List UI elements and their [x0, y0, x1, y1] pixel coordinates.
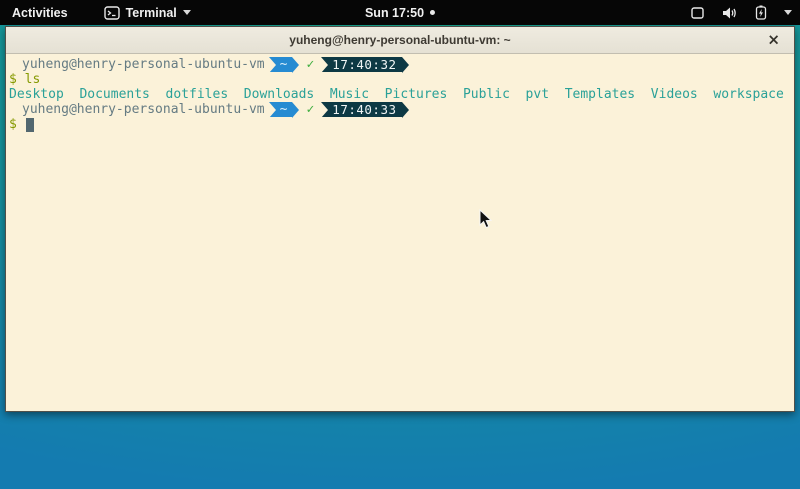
powerline-notch — [321, 57, 328, 72]
terminal-screen[interactable]: yuheng@henry-personal-ubuntu-vm ~ ✓ 17:4… — [6, 54, 794, 411]
powerline-arrow-icon — [292, 102, 299, 118]
prompt-time-segment: 17:40:33 — [321, 102, 401, 117]
prompt-line-1: yuheng@henry-personal-ubuntu-vm ~ ✓ 17:4… — [6, 57, 794, 72]
clock-button[interactable]: Sun 17:50 — [365, 0, 435, 25]
status-check-icon: ✓ — [306, 57, 314, 72]
prompt-time: 17:40:32 — [332, 57, 396, 72]
battery-charging-icon — [755, 5, 767, 20]
prompt-cwd-segment: ~ — [269, 57, 293, 72]
prompt-cwd: ~ — [280, 102, 288, 117]
powerline-arrow-icon — [292, 57, 299, 73]
powerline-arrow-icon — [402, 102, 409, 118]
command-line: $ ls — [6, 72, 794, 87]
powerline-arrow-icon — [402, 57, 409, 73]
shell-prompt-symbol: $ — [9, 117, 17, 132]
chevron-down-icon — [183, 10, 191, 15]
input-line[interactable]: $ — [6, 117, 794, 132]
prompt-user-host: yuheng@henry-personal-ubuntu-vm — [22, 102, 265, 117]
powerline-notch — [269, 102, 276, 117]
close-button[interactable]: × — [767, 33, 780, 48]
window-titlebar[interactable]: yuheng@henry-personal-ubuntu-vm: ~ × — [6, 27, 794, 54]
terminal-window: yuheng@henry-personal-ubuntu-vm: ~ × yuh… — [5, 26, 795, 412]
top-bar-left: Activities Terminal — [0, 0, 191, 25]
powerline-notch — [321, 102, 328, 117]
typed-command: ls — [25, 72, 41, 87]
directory-list: Desktop Documents dotfiles Downloads Mus… — [9, 87, 784, 102]
volume-icon — [722, 6, 738, 20]
powerline-notch — [269, 57, 276, 72]
prompt-cwd: ~ — [280, 57, 288, 72]
terminal-icon — [104, 6, 120, 20]
app-menu-label: Terminal — [126, 6, 177, 20]
prompt-line-2: yuheng@henry-personal-ubuntu-vm ~ ✓ 17:4… — [6, 102, 794, 117]
chevron-down-icon — [784, 10, 792, 15]
status-check-icon: ✓ — [306, 102, 314, 117]
activities-button[interactable]: Activities — [0, 0, 80, 25]
top-bar: Activities Terminal Sun 17:50 — [0, 0, 800, 25]
notification-dot — [430, 10, 435, 15]
clock-label: Sun 17:50 — [365, 6, 424, 20]
app-menu-terminal[interactable]: Terminal — [104, 0, 191, 25]
system-tray[interactable] — [682, 0, 800, 25]
prompt-cwd-segment: ~ — [269, 102, 293, 117]
prompt-time: 17:40:33 — [332, 102, 396, 117]
prompt-time-segment: 17:40:32 — [321, 57, 401, 72]
ls-output-line: Desktop Documents dotfiles Downloads Mus… — [6, 87, 794, 102]
terminal-block-cursor — [26, 118, 34, 132]
shell-prompt-symbol: $ — [9, 72, 17, 87]
screen-icon — [690, 6, 705, 20]
prompt-user-host: yuheng@henry-personal-ubuntu-vm — [22, 57, 265, 72]
window-title: yuheng@henry-personal-ubuntu-vm: ~ — [289, 33, 510, 47]
